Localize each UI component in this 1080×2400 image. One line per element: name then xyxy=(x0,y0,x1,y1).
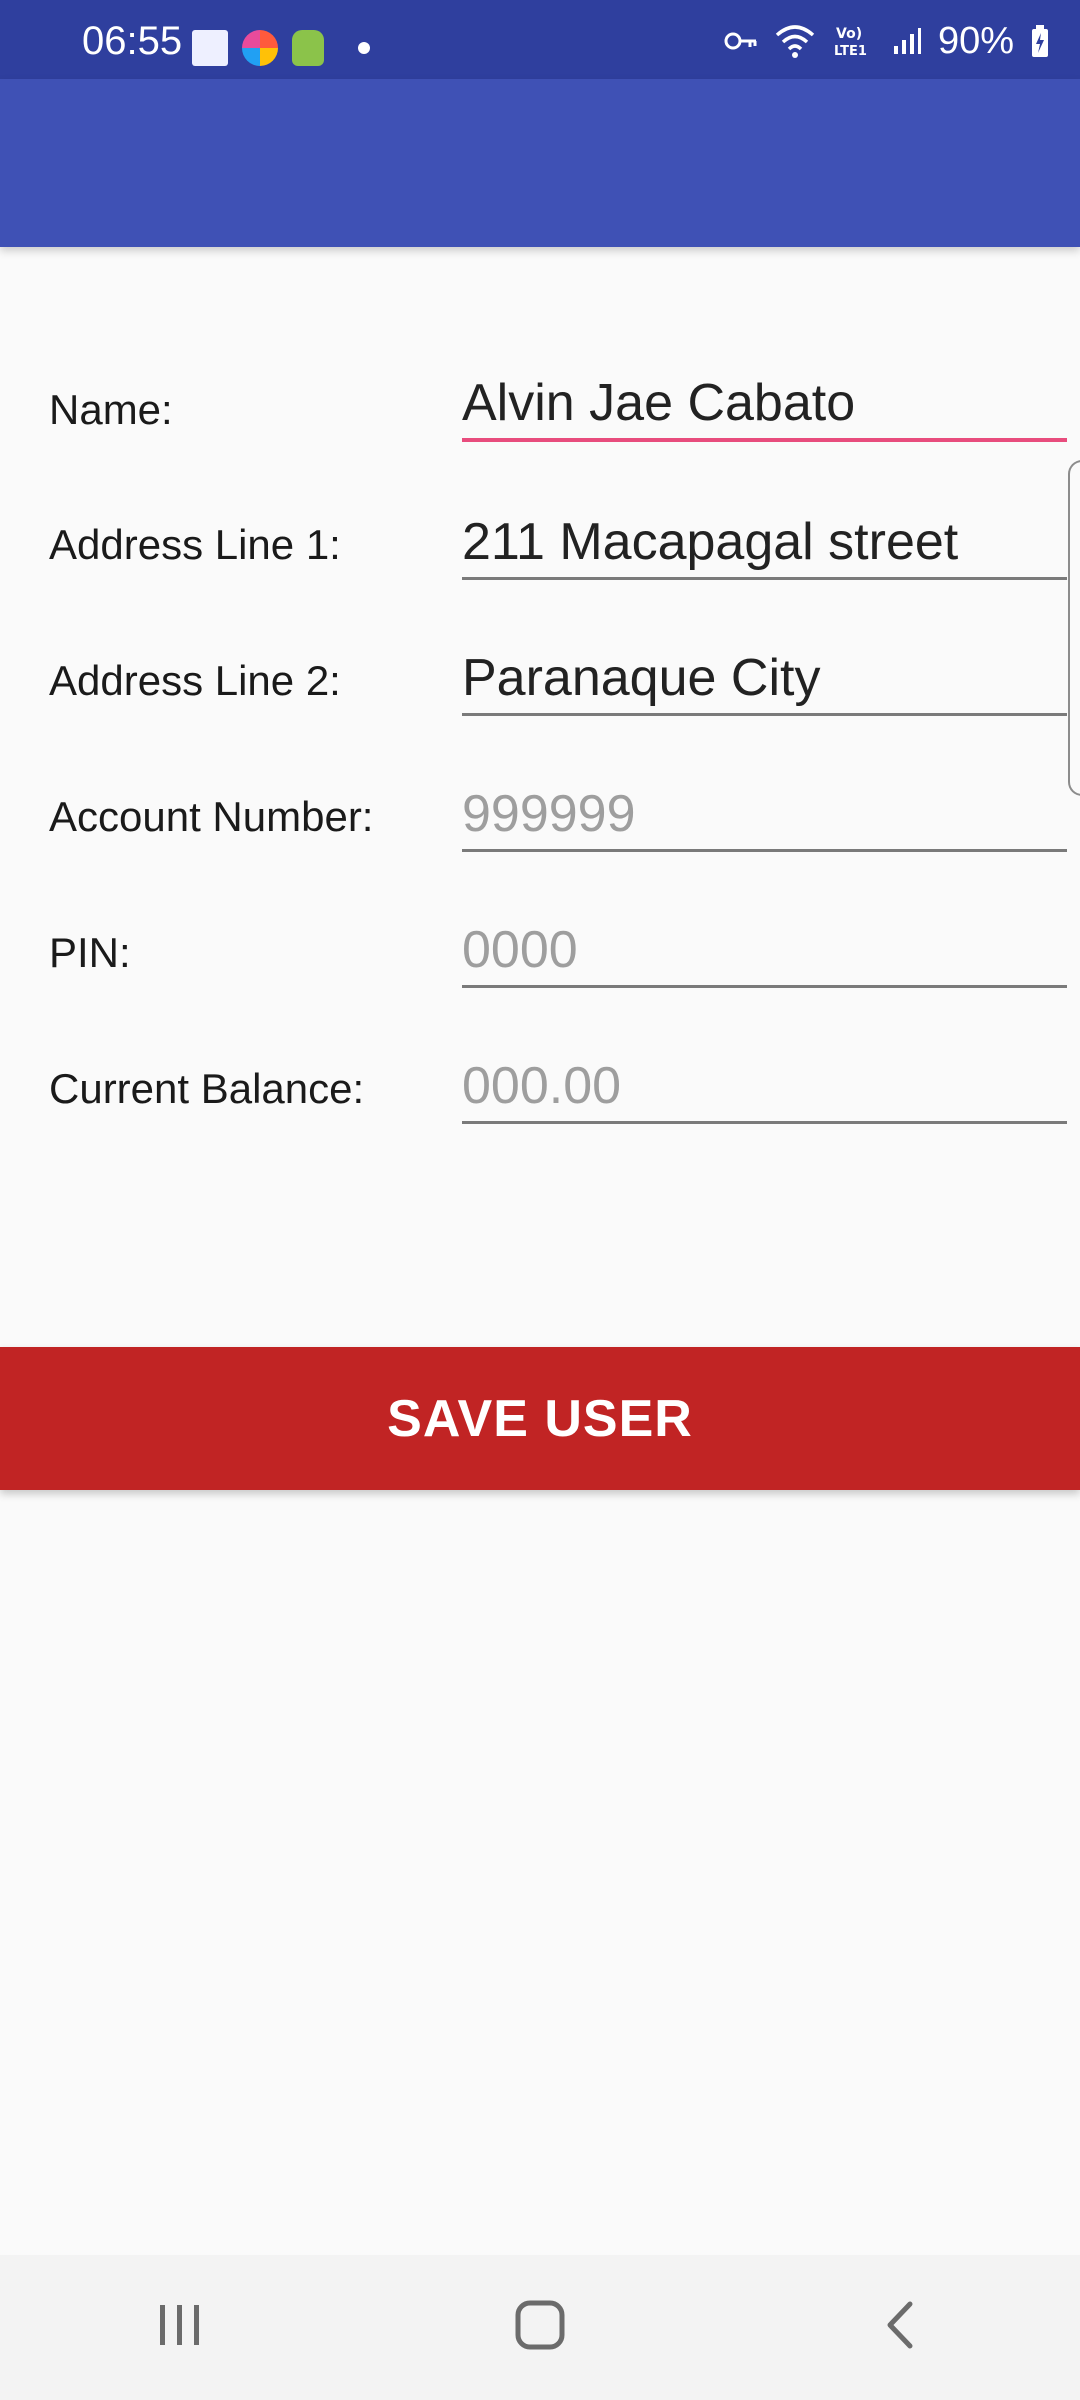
notification-icons xyxy=(192,30,370,66)
svg-text:LTE1: LTE1 xyxy=(834,44,867,59)
status-time: 06:55 xyxy=(82,19,183,63)
address-line-1-label: Address Line 1: xyxy=(49,521,341,568)
save-user-button[interactable]: SAVE USER xyxy=(0,1347,1080,1490)
address-line-2-label: Address Line 2: xyxy=(49,657,341,704)
app-bar xyxy=(0,79,1080,247)
battery-percent: 90% xyxy=(937,20,1014,62)
status-right: Vo) LTE1 90% xyxy=(724,18,1050,64)
name-row xyxy=(0,247,1080,357)
battery-icon xyxy=(1030,24,1050,58)
pin-input[interactable] xyxy=(462,914,1067,988)
home-button[interactable] xyxy=(480,2268,600,2388)
address-line-2-input[interactable] xyxy=(462,642,1067,716)
recent-apps-icon xyxy=(155,2300,205,2355)
navigation-bar xyxy=(0,2255,1080,2400)
svg-text:Vo): Vo) xyxy=(836,26,862,42)
pin-label: PIN: xyxy=(49,929,131,976)
current-balance-input[interactable] xyxy=(462,1050,1067,1124)
volte-icon: Vo) LTE1 xyxy=(832,23,876,59)
signal-icon xyxy=(892,26,922,56)
wifi-icon xyxy=(774,23,816,59)
status-bar: 06:55 Vo) LTE1 90% xyxy=(0,0,1080,79)
back-button[interactable] xyxy=(840,2268,960,2388)
account-number-label: Account Number: xyxy=(49,793,374,840)
account-number-input[interactable] xyxy=(462,778,1067,852)
notification-square-icon xyxy=(192,30,228,66)
address-line-1-input[interactable] xyxy=(462,506,1067,580)
current-balance-label: Current Balance: xyxy=(49,1065,365,1112)
more-notifications-dot-icon xyxy=(358,42,370,54)
key-icon xyxy=(724,30,758,52)
home-icon xyxy=(513,2298,567,2357)
browser-notification-icon xyxy=(242,30,278,66)
android-notification-icon xyxy=(292,30,324,66)
name-label: Name: xyxy=(49,386,173,433)
scroll-indicator[interactable] xyxy=(1068,460,1080,796)
back-icon xyxy=(880,2298,920,2357)
name-input[interactable] xyxy=(462,368,1067,442)
recent-apps-button[interactable] xyxy=(120,2268,240,2388)
